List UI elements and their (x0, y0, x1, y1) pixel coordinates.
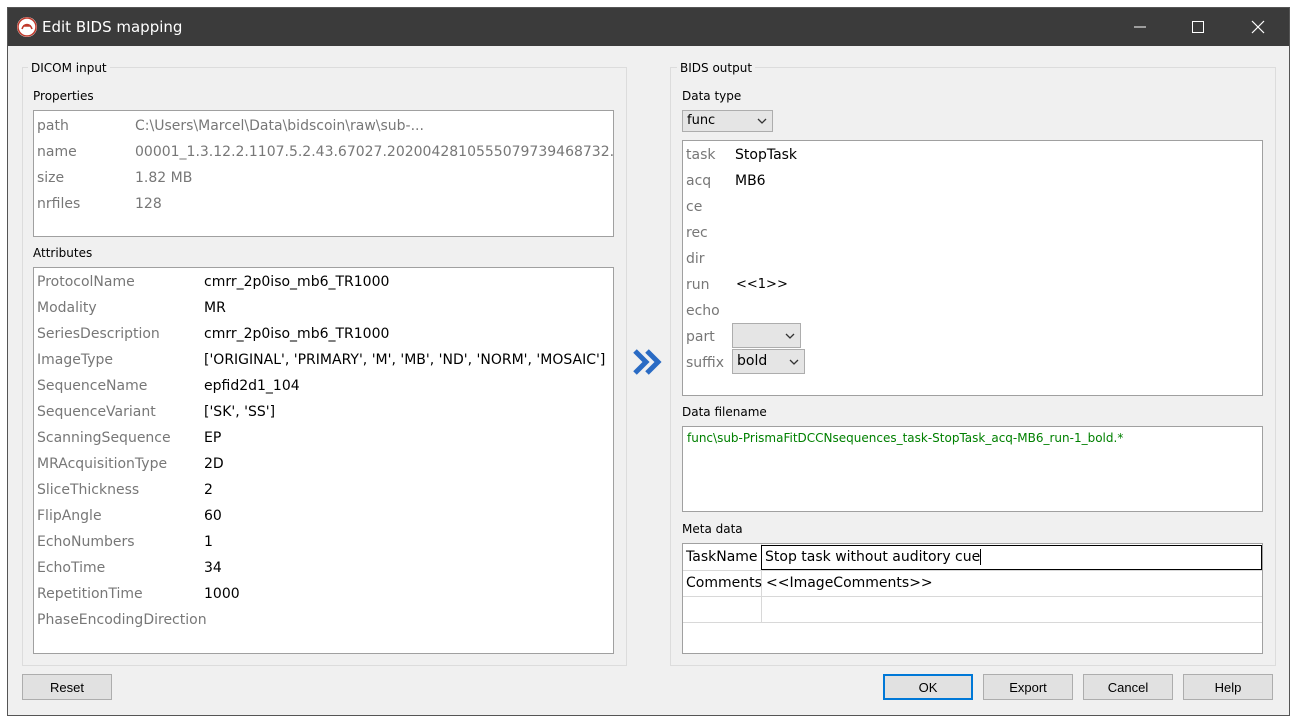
part-select[interactable] (732, 323, 801, 348)
data-filename-label: Data filename (682, 405, 767, 419)
attributes-table[interactable]: ProtocolName cmrr_2p0iso_mb6_TR1000 Modal… (33, 267, 614, 654)
data-type-label: Data type (682, 89, 742, 103)
grid-line (683, 622, 1262, 623)
properties-table[interactable]: path C:\Users\Marcel\Data\bidscoin\raw\s… (33, 110, 614, 237)
meta-data-label: Meta data (682, 522, 743, 536)
data-filename-box[interactable]: func\sub-PrismaFitDCCNsequences_task-Sto… (682, 426, 1263, 512)
meta-value-comments[interactable]: <<ImageComments>> (766, 570, 933, 596)
cancel-button[interactable]: Cancel (1083, 674, 1173, 700)
app-logo-icon (17, 17, 37, 37)
close-button[interactable] (1229, 8, 1287, 46)
properties-label: Properties (33, 89, 94, 103)
meta-key-taskname[interactable]: TaskName (686, 544, 758, 570)
title-bar: Edit BIDS mapping (8, 8, 1289, 46)
ok-button[interactable]: OK (883, 674, 973, 700)
bids-entities-table[interactable]: task StopTask acq MB6 ce rec dir run <<1>> … (682, 140, 1263, 396)
chevron-down-icon (757, 118, 767, 124)
window-title: Edit BIDS mapping (42, 18, 183, 36)
help-button[interactable]: Help (1183, 674, 1273, 700)
maximize-icon (1192, 21, 1204, 33)
minimize-icon (1134, 26, 1146, 28)
edit-bids-mapping-window: Edit BIDS mapping DICOM input Properties… (8, 8, 1289, 715)
data-type-select[interactable]: func (682, 110, 773, 132)
suffix-select[interactable]: bold (732, 349, 805, 374)
export-button[interactable]: Export (983, 674, 1073, 700)
grid-line (683, 596, 1262, 597)
dicom-input-title: DICOM input (28, 61, 110, 75)
minimize-button[interactable] (1111, 8, 1169, 46)
data-filename-text[interactable]: func\sub-PrismaFitDCCNsequences_task-Sto… (687, 431, 1123, 445)
close-icon (1251, 20, 1265, 34)
bids-output-title: BIDS output (677, 61, 756, 75)
chevron-down-icon (789, 359, 799, 365)
reset-button[interactable]: Reset (22, 674, 112, 700)
text-cursor (980, 549, 982, 565)
meta-key-comments[interactable]: Comments (686, 570, 762, 596)
taskname-input[interactable]: Stop task without auditory cue (761, 545, 1262, 570)
double-chevron-right-icon (633, 349, 662, 375)
chevron-down-icon (785, 333, 795, 339)
maximize-button[interactable] (1169, 8, 1227, 46)
attributes-label: Attributes (33, 246, 93, 260)
